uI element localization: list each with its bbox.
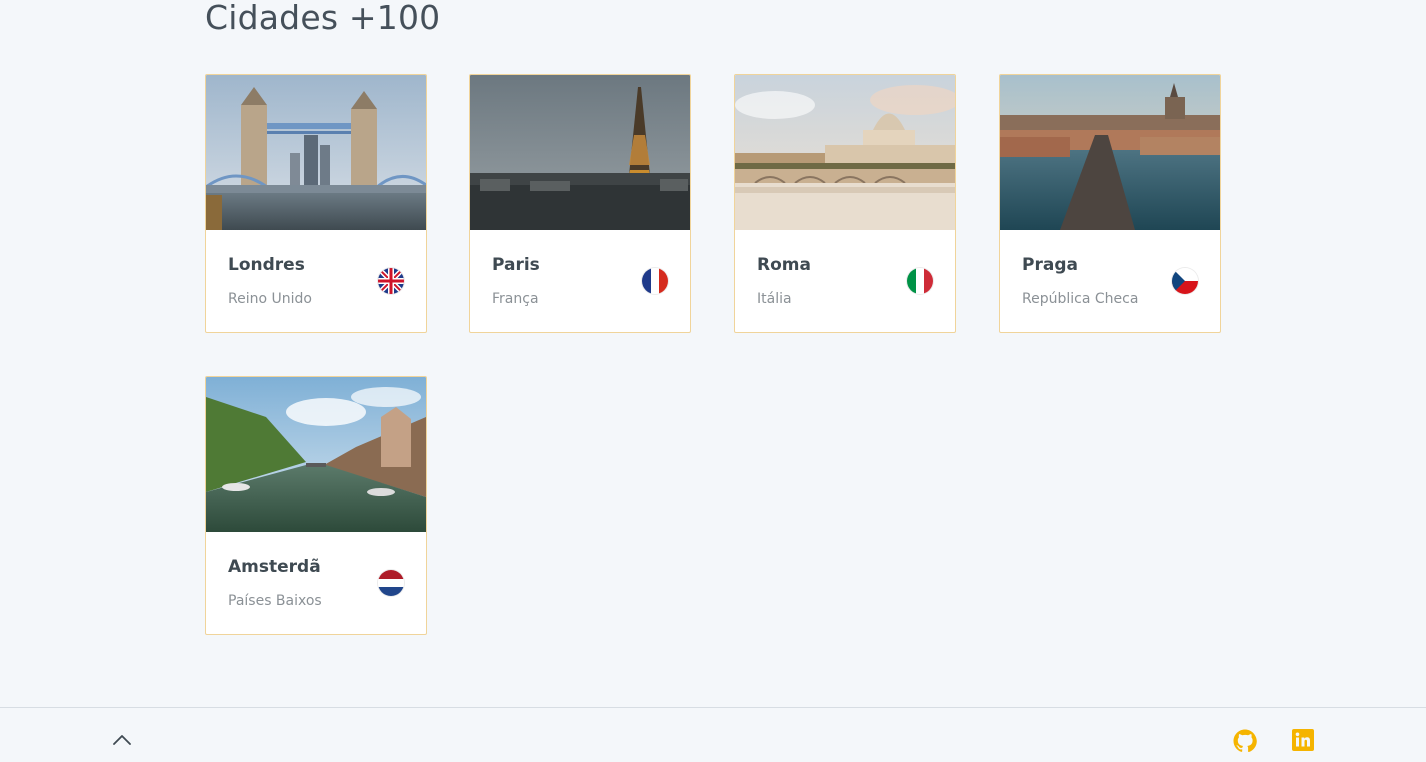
page-title: Cidades +100 [205,0,441,37]
city-image-londres [206,75,426,230]
czech-flag-icon [1172,268,1198,294]
uk-flag-icon [378,268,404,294]
footer [0,707,1426,762]
city-image-amsterda [206,377,426,532]
city-country: Reino Unido [228,291,312,307]
linkedin-icon[interactable] [1292,729,1314,751]
city-image-roma [735,75,955,230]
netherlands-flag-icon [378,570,404,596]
city-country: República Checa [1022,291,1139,307]
france-flag-icon [642,268,668,294]
city-card-londres[interactable]: Londres Reino Unido [205,74,427,333]
city-card-amsterda[interactable]: Amsterdã Países Baixos [205,376,427,635]
italy-flag-icon [907,268,933,294]
city-country: Países Baixos [228,593,322,609]
city-country: França [492,291,539,307]
city-name: Roma [757,255,811,275]
city-name: Amsterdã [228,557,321,577]
github-icon[interactable] [1233,729,1257,753]
city-name: Londres [228,255,305,275]
city-country: Itália [757,291,792,307]
cities-grid: Londres Reino Unido Paris França Roma It… [205,74,1221,636]
city-name: Paris [492,255,540,275]
city-image-paris [470,75,690,230]
city-image-praga [1000,75,1220,230]
city-card-paris[interactable]: Paris França [469,74,691,333]
city-name: Praga [1022,255,1078,275]
chevron-up-icon[interactable] [112,732,132,746]
city-card-roma[interactable]: Roma Itália [734,74,956,333]
city-card-praga[interactable]: Praga República Checa [999,74,1221,333]
